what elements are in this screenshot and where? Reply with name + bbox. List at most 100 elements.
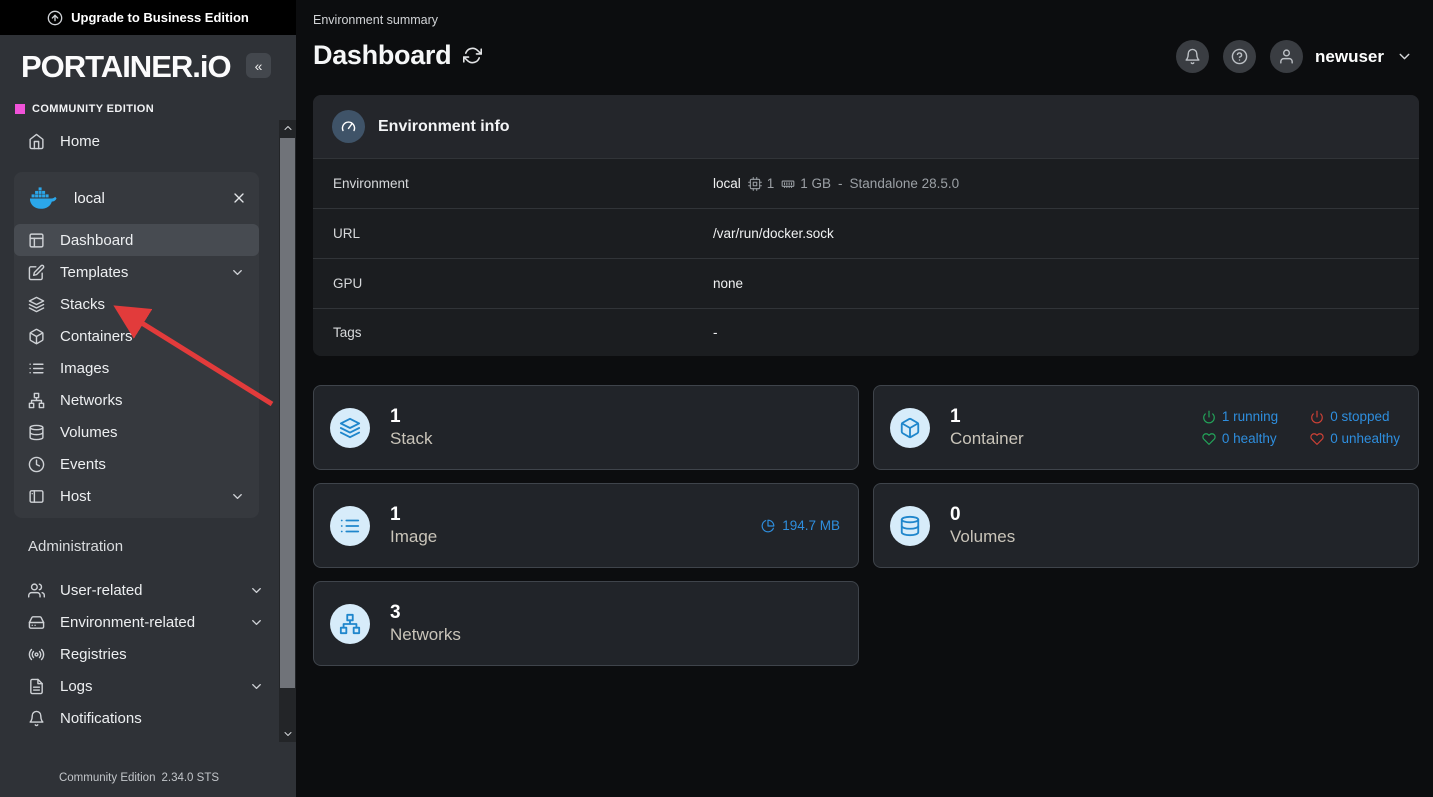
networks-card-icon <box>330 604 370 644</box>
tags-row-label: Tags <box>313 325 713 340</box>
images-label: Images <box>60 360 109 377</box>
users-icon <box>28 582 45 599</box>
volumes-card[interactable]: 0 Volumes <box>873 483 1419 568</box>
running-stat: 1 running <box>1202 409 1278 424</box>
memory-icon <box>781 177 795 191</box>
sidebar-item-host[interactable]: Host <box>14 480 259 512</box>
url-row-value: /var/run/docker.sock <box>713 226 834 241</box>
info-row-environment: Environment local 1 1 GB - Sta <box>313 158 1419 208</box>
sidebar-item-volumes[interactable]: Volumes <box>14 416 259 448</box>
networks-count: 3 <box>390 601 461 625</box>
events-label: Events <box>60 456 106 473</box>
container-card[interactable]: 1 Container 1 running 0 stopped <box>873 385 1419 470</box>
scrollbar-up-icon[interactable] <box>279 120 296 136</box>
sidebar-item-registries[interactable]: Registries <box>0 638 278 670</box>
environment-related-label: Environment-related <box>60 614 195 631</box>
help-button[interactable] <box>1223 40 1256 73</box>
sidebar-item-templates[interactable]: Templates <box>14 256 259 288</box>
chevron-down-icon[interactable] <box>1396 48 1413 65</box>
page-title: Dashboard <box>313 40 451 71</box>
edition-row: COMMUNITY EDITION <box>0 91 296 115</box>
logo-row: PORTAINER.iO « <box>0 35 296 91</box>
bell-icon <box>1184 48 1201 65</box>
breadcrumb: Environment summary <box>313 13 438 27</box>
container-card-icon <box>890 408 930 448</box>
box-icon <box>899 417 921 439</box>
events-icon <box>28 456 45 473</box>
upgrade-banner[interactable]: Upgrade to Business Edition <box>0 0 296 35</box>
title-row: Dashboard <box>313 40 482 71</box>
footer-version: 2.34.0 STS <box>161 772 219 784</box>
notifications-label: Notifications <box>60 710 142 727</box>
volumes-label: Volumes <box>60 424 118 441</box>
stack-card[interactable]: 1 Stack <box>313 385 859 470</box>
username[interactable]: newuser <box>1315 47 1384 67</box>
close-environment-icon[interactable] <box>231 190 247 206</box>
bell-icon <box>28 710 45 727</box>
platform-version: Standalone 28.5.0 <box>850 176 960 191</box>
sidebar-item-networks[interactable]: Networks <box>14 384 259 416</box>
sidebar-item-stacks[interactable]: Stacks <box>14 288 259 320</box>
heart-icon <box>1202 432 1216 446</box>
sidebar-item-environment-related[interactable]: Environment-related <box>0 606 278 638</box>
sidebar: Upgrade to Business Edition PORTAINER.iO… <box>0 0 296 797</box>
chevron-down-icon <box>230 489 245 504</box>
templates-label: Templates <box>60 264 128 281</box>
stack-card-icon <box>330 408 370 448</box>
networks-label: Networks <box>60 392 123 409</box>
heart-icon <box>1310 432 1324 446</box>
containers-label: Containers <box>60 328 133 345</box>
broadcast-icon <box>28 646 45 663</box>
sidebar-item-events[interactable]: Events <box>14 448 259 480</box>
gpu-row-value: none <box>713 276 743 291</box>
sidebar-item-home[interactable]: Home <box>0 125 278 157</box>
image-card-icon <box>330 506 370 546</box>
dashboard-label: Dashboard <box>60 232 133 249</box>
environment-header[interactable]: local <box>14 172 259 224</box>
administration-section-label: Administration <box>28 538 123 555</box>
portainer-logo: PORTAINER.iO <box>21 49 231 84</box>
healthy-stat: 0 healthy <box>1202 431 1278 446</box>
upgrade-label: Upgrade to Business Edition <box>71 10 249 25</box>
containers-icon <box>28 328 45 345</box>
image-card[interactable]: 1 Image 194.7 MB <box>313 483 859 568</box>
cpu-stat: 1 <box>748 176 775 191</box>
scrollbar-down-icon[interactable] <box>279 726 296 742</box>
list-icon <box>339 515 361 537</box>
sidebar-item-dashboard[interactable]: Dashboard <box>14 224 259 256</box>
arrow-up-circle-icon <box>47 10 63 26</box>
refresh-icon[interactable] <box>463 46 482 65</box>
edition-square-icon <box>15 104 25 114</box>
env-name-value: local <box>713 176 741 191</box>
scrollbar-thumb[interactable] <box>280 138 295 688</box>
images-icon <box>28 360 45 377</box>
volumes-label: Volumes <box>950 526 1015 548</box>
pie-chart-icon <box>761 519 775 533</box>
dashboard-icon <box>28 232 45 249</box>
cpu-icon <box>748 177 762 191</box>
user-related-label: User-related <box>60 582 143 599</box>
environment-info-header: Environment info <box>313 95 1419 158</box>
sidebar-item-images[interactable]: Images <box>14 352 259 384</box>
sidebar-item-containers[interactable]: Containers <box>14 320 259 352</box>
environment-info-panel: Environment info Environment local 1 1 <box>313 95 1419 356</box>
sidebar-item-user-related[interactable]: User-related <box>0 574 278 606</box>
environment-name: local <box>74 190 105 207</box>
stacks-icon <box>28 296 45 313</box>
networks-card[interactable]: 3 Networks <box>313 581 859 666</box>
chevron-down-icon <box>230 265 245 280</box>
sidebar-item-logs[interactable]: Logs <box>0 670 278 702</box>
memory-stat: 1 GB <box>781 176 831 191</box>
unhealthy-stat: 0 unhealthy <box>1310 431 1400 446</box>
header-actions: newuser <box>1176 40 1413 73</box>
sidebar-scrollbar[interactable] <box>279 120 296 742</box>
environment-row-label: Environment <box>313 176 713 191</box>
edition-label: COMMUNITY EDITION <box>32 103 154 115</box>
avatar[interactable] <box>1270 40 1303 73</box>
tags-row-value: - <box>713 325 718 340</box>
sidebar-collapse-button[interactable]: « <box>246 53 271 78</box>
environment-panel: local Dashboard Templates Stacks <box>14 172 259 518</box>
sidebar-item-notifications[interactable]: Notifications <box>0 702 278 734</box>
notifications-button[interactable] <box>1176 40 1209 73</box>
power-icon <box>1310 410 1324 424</box>
